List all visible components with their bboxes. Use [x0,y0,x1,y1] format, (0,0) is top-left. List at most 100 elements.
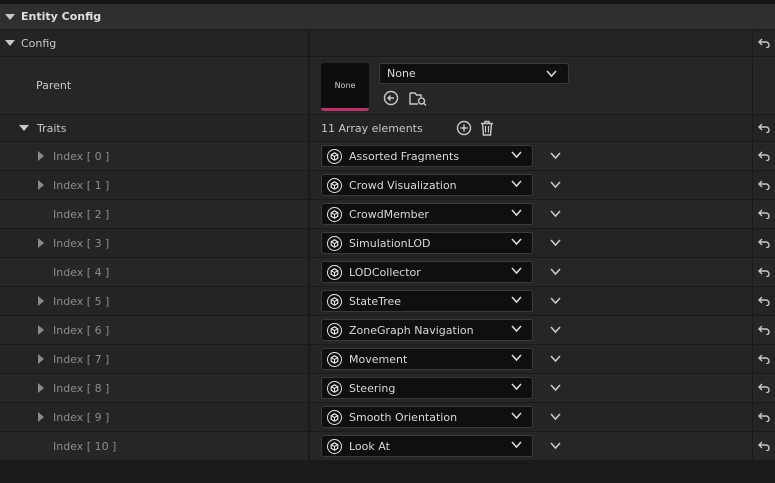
chevron-down-icon [511,383,522,391]
add-circle-icon[interactable] [456,120,472,136]
trait-options-button[interactable] [550,287,561,315]
trait-reset-button[interactable] [752,142,775,170]
trait-row-10: Index [ 10 ] Look At [0,432,775,461]
chevron-down-icon [550,326,561,334]
trait-options-button[interactable] [550,142,561,170]
trait-options-button[interactable] [550,374,561,402]
trait-value: Steering [349,381,396,395]
trait-index-label: Index [ 4 ] [53,265,110,279]
parent-reset-area [752,57,775,114]
traits-row: Traits 11 Array elements [0,115,775,142]
unreal-logo-icon [327,380,342,396]
trait-dropdown[interactable]: Smooth Orientation [321,406,533,428]
expand-arrow-icon[interactable] [38,296,44,306]
chevron-down-icon [511,151,522,159]
traits-header[interactable]: Traits [0,115,66,141]
trait-options-button[interactable] [550,316,561,344]
trait-dropdown[interactable]: CrowdMember [321,203,533,225]
thumbnail-text: None [334,81,356,90]
trait-index-label: Index [ 7 ] [53,352,110,366]
expand-arrow-icon[interactable] [38,180,44,190]
trait-dropdown[interactable]: Crowd Visualization [321,174,533,196]
trait-index-label: Index [ 5 ] [53,294,110,308]
expand-arrow-icon[interactable] [38,412,44,422]
trait-dropdown[interactable]: Assorted Fragments [321,145,533,167]
expand-arrow-icon[interactable] [38,383,44,393]
reset-arrow-icon [758,296,770,306]
chevron-down-icon [550,239,561,247]
unreal-logo-icon [327,351,342,367]
reset-arrow-icon [758,412,770,422]
trait-index-label: Index [ 2 ] [53,207,110,221]
trait-value: Crowd Visualization [349,178,457,192]
trait-options-button[interactable] [550,229,561,257]
expand-arrow-icon[interactable] [38,238,44,248]
reset-arrow-icon [758,441,770,451]
trait-options-button[interactable] [550,200,561,228]
trait-reset-button[interactable] [752,171,775,199]
chevron-down-icon [550,355,561,363]
trait-dropdown[interactable]: SimulationLOD [321,232,533,254]
trait-reset-button[interactable] [752,316,775,344]
traits-reset-button[interactable] [752,115,775,141]
traits-collapse-icon[interactable] [19,125,29,131]
trait-reset-button[interactable] [752,229,775,257]
column-splitter[interactable] [308,30,310,461]
chevron-down-icon [511,180,522,188]
trait-reset-button[interactable] [752,287,775,315]
reset-arrow-icon [758,354,770,364]
chevron-down-icon [550,297,561,305]
trait-reset-button[interactable] [752,258,775,286]
reset-arrow-icon [758,123,770,133]
expand-arrow-icon[interactable] [38,325,44,335]
trait-value: ZoneGraph Navigation [349,323,474,337]
config-header[interactable]: Config [0,30,56,56]
trait-reset-button[interactable] [752,200,775,228]
trait-dropdown[interactable]: ZoneGraph Navigation [321,319,533,341]
trait-dropdown[interactable]: Movement [321,348,533,370]
trait-reset-button[interactable] [752,374,775,402]
chevron-down-icon [550,181,561,189]
trait-options-button[interactable] [550,403,561,431]
trait-options-button[interactable] [550,258,561,286]
chevron-down-icon [511,238,522,246]
parent-thumbnail[interactable]: None [321,63,369,111]
expand-arrow-icon[interactable] [38,151,44,161]
browse-folder-icon[interactable] [409,90,427,106]
trait-index-label: Index [ 3 ] [53,236,110,250]
config-reset-button[interactable] [752,30,775,56]
reset-arrow-icon [758,267,770,277]
trait-dropdown[interactable]: Look At [321,435,533,457]
unreal-logo-icon [327,409,342,425]
traits-label: Traits [37,121,67,135]
chevron-down-icon [550,442,561,450]
trait-dropdown[interactable]: StateTree [321,290,533,312]
expand-arrow-icon[interactable] [38,354,44,364]
trait-options-button[interactable] [550,345,561,373]
trait-value: Assorted Fragments [349,149,460,163]
trait-dropdown[interactable]: LODCollector [321,261,533,283]
reset-arrow-icon [758,209,770,219]
trash-icon[interactable] [480,120,494,136]
trait-options-button[interactable] [550,432,561,460]
parent-dropdown[interactable]: None [379,63,569,84]
section-title: Entity Config [21,10,102,23]
config-collapse-icon[interactable] [5,40,15,46]
chevron-down-icon [550,413,561,421]
trait-row-8: Index [ 8 ] Steering [0,374,775,403]
trait-reset-button[interactable] [752,345,775,373]
trait-value: SimulationLOD [349,236,431,250]
entity-config-section-header[interactable]: Entity Config [0,4,775,30]
collapse-arrow-icon[interactable] [5,13,15,20]
trait-dropdown[interactable]: Steering [321,377,533,399]
trait-row-9: Index [ 9 ] Smooth Orientation [0,403,775,432]
chevron-down-icon [550,384,561,392]
trait-reset-button[interactable] [752,432,775,460]
trait-index-label: Index [ 1 ] [53,178,110,192]
trait-reset-button[interactable] [752,403,775,431]
trait-row-0: Index [ 0 ] Assorted Fragments [0,142,775,171]
chevron-down-icon [511,296,522,304]
trait-value: StateTree [349,294,402,308]
use-selected-icon[interactable] [383,90,399,106]
trait-options-button[interactable] [550,171,561,199]
